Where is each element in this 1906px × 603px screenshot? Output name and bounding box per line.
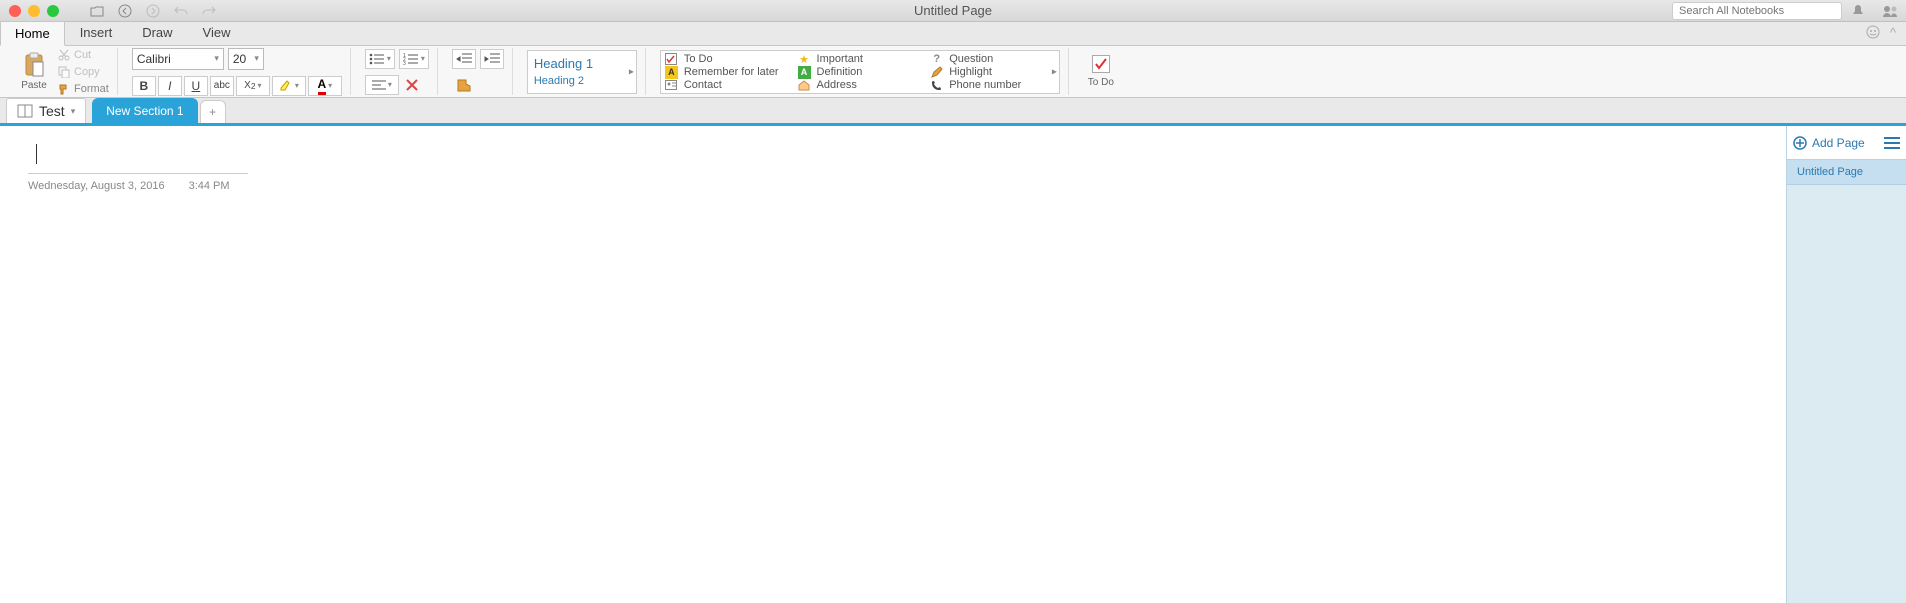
cut-button[interactable]: Cut	[58, 47, 109, 63]
page-list-panel: Add Page Untitled Page	[1786, 126, 1906, 603]
paintbrush-icon	[58, 83, 70, 95]
add-section-button[interactable]: +	[200, 100, 226, 123]
ribbon: Paste Cut Copy Format Calibri▾	[0, 46, 1906, 98]
redo-icon[interactable]	[201, 3, 217, 19]
collapse-ribbon-icon[interactable]: ^	[1890, 25, 1896, 40]
tab-view[interactable]: View	[188, 20, 246, 45]
traffic-lights	[9, 5, 59, 17]
todo-group: To Do	[1075, 48, 1127, 95]
underline-button[interactable]: U	[184, 76, 208, 96]
page-title-input[interactable]	[28, 146, 248, 174]
outdent-button[interactable]	[452, 49, 476, 69]
search-input[interactable]	[1672, 2, 1842, 20]
tab-draw[interactable]: Draw	[127, 20, 187, 45]
scissors-icon	[58, 49, 70, 61]
styles-expand-icon[interactable]: ▸	[629, 66, 634, 77]
undo-icon[interactable]	[173, 3, 189, 19]
tag-remember[interactable]: ARemember for later	[665, 66, 790, 79]
clipboard-group: Paste Cut Copy Format	[6, 48, 118, 95]
todo-checkbox-icon	[1092, 55, 1110, 73]
page-list-menu-icon[interactable]	[1884, 137, 1900, 149]
heading1-style[interactable]: Heading 1	[534, 56, 630, 71]
share-icon[interactable]	[1880, 1, 1900, 21]
subscript-button[interactable]: X2▾	[236, 76, 270, 96]
phone-icon	[930, 79, 943, 92]
todo-button[interactable]: To Do	[1083, 55, 1119, 88]
highlight-button[interactable]: ▾	[272, 76, 306, 96]
a-yellow-icon: A	[665, 66, 678, 79]
paste-label: Paste	[21, 80, 47, 91]
format-painter-button[interactable]: Format	[58, 81, 109, 97]
plus-circle-icon	[1793, 136, 1807, 150]
page-canvas[interactable]: Wednesday, August 3, 2016 3:44 PM	[0, 126, 1786, 603]
chevron-down-icon: ▾	[71, 106, 76, 117]
contact-card-icon	[665, 79, 678, 92]
tag-highlight[interactable]: Highlight	[930, 66, 1055, 79]
font-name-combo[interactable]: Calibri▾	[132, 48, 224, 70]
format-brush-button[interactable]	[452, 75, 476, 95]
window-title: Untitled Page	[914, 3, 992, 18]
heading2-style[interactable]: Heading 2	[534, 75, 630, 87]
font-group: Calibri▾ 20▾ B I U abc X2▾ ▾ A▾	[124, 48, 351, 95]
numbering-button[interactable]: 123▾	[399, 49, 429, 69]
checkbox-icon	[665, 53, 678, 66]
bold-button[interactable]: B	[132, 76, 156, 96]
tag-phone[interactable]: Phone number	[930, 79, 1055, 92]
titlebar: Untitled Page	[0, 0, 1906, 22]
section-tab-active[interactable]: New Section 1	[92, 98, 197, 123]
section-bar: Test ▾ New Section 1 +	[0, 98, 1906, 126]
tag-important[interactable]: ★Important	[798, 53, 923, 66]
maximize-window-button[interactable]	[47, 5, 59, 17]
tab-insert[interactable]: Insert	[65, 20, 128, 45]
styles-gallery[interactable]: Heading 1 Heading 2 ▸	[527, 50, 637, 94]
notebook-dropdown[interactable]: Test ▾	[6, 98, 86, 123]
tab-home[interactable]: Home	[0, 21, 65, 46]
styles-group: Heading 1 Heading 2 ▸	[519, 48, 646, 95]
minimize-window-button[interactable]	[28, 5, 40, 17]
tag-contact[interactable]: Contact	[665, 79, 790, 92]
house-icon	[798, 79, 811, 92]
copy-button[interactable]: Copy	[58, 64, 109, 80]
clear-format-button[interactable]	[401, 75, 425, 95]
notifications-icon[interactable]	[1848, 1, 1868, 21]
list-group: ▾ 123▾ ▾	[357, 48, 438, 95]
feedback-icon[interactable]	[1866, 25, 1880, 40]
indent-group	[444, 48, 513, 95]
star-icon: ★	[798, 53, 811, 66]
copy-icon	[58, 66, 70, 78]
pencil-icon	[930, 66, 943, 79]
a-green-icon: A	[798, 66, 811, 79]
page-list-item-current[interactable]: Untitled Page	[1787, 160, 1906, 185]
ribbon-tabs: Home Insert Draw View ^	[0, 22, 1906, 46]
close-window-button[interactable]	[9, 5, 21, 17]
italic-button[interactable]: I	[158, 76, 182, 96]
question-icon: ?	[930, 53, 943, 66]
main-area: Wednesday, August 3, 2016 3:44 PM Add Pa…	[0, 126, 1906, 603]
font-color-button[interactable]: A▾	[308, 76, 342, 96]
paste-button[interactable]: Paste	[14, 52, 54, 91]
tag-todo[interactable]: To Do	[665, 53, 790, 66]
strikethrough-button[interactable]: abc	[210, 76, 234, 96]
tags-expand-icon[interactable]: ▸	[1052, 66, 1057, 77]
back-icon[interactable]	[117, 3, 133, 19]
add-page-button[interactable]: Add Page	[1793, 136, 1865, 150]
svg-text:3: 3	[403, 61, 406, 65]
page-time: 3:44 PM	[189, 180, 230, 192]
tag-address[interactable]: Address	[798, 79, 923, 92]
forward-icon[interactable]	[145, 3, 161, 19]
folder-open-icon[interactable]	[89, 3, 105, 19]
notebook-icon	[17, 104, 33, 118]
tag-question[interactable]: ?Question	[930, 53, 1055, 66]
tags-gallery[interactable]: To Do ARemember for later Contact ★Impor…	[660, 50, 1060, 94]
tag-definition[interactable]: ADefinition	[798, 66, 923, 79]
page-date: Wednesday, August 3, 2016	[28, 180, 165, 192]
font-size-combo[interactable]: 20▾	[228, 48, 264, 70]
align-button[interactable]: ▾	[365, 75, 399, 95]
text-cursor	[36, 144, 37, 164]
tags-group: To Do ARemember for later Contact ★Impor…	[652, 48, 1069, 95]
bullets-button[interactable]: ▾	[365, 49, 395, 69]
indent-button[interactable]	[480, 49, 504, 69]
